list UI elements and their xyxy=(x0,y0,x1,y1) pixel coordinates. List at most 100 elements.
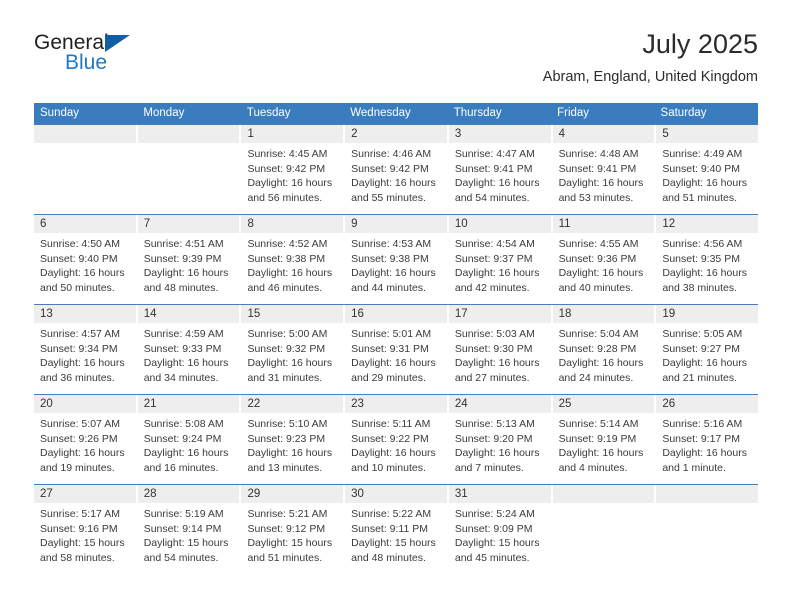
daylight-line-cont: and 55 minutes. xyxy=(351,191,426,204)
sunset-line: Sunset: 9:40 PM xyxy=(40,252,118,265)
day-number: 17 xyxy=(454,308,468,320)
day-details: Sunrise: 4:51 AM Sunset: 9:39 PM Dayligh… xyxy=(138,233,240,295)
day-cell[interactable]: 22 Sunrise: 5:10 AM Sunset: 9:23 PM Dayl… xyxy=(241,395,346,484)
daylight-line: Daylight: 16 hours xyxy=(558,357,644,370)
week-row: 1 Sunrise: 4:45 AM Sunset: 9:42 PM Dayli… xyxy=(34,124,759,214)
daylight-line-cont: and 56 minutes. xyxy=(247,191,323,204)
day-cell[interactable]: 15 Sunrise: 5:00 AM Sunset: 9:32 PM Dayl… xyxy=(241,305,346,394)
daylight-line-cont: and 24 minutes. xyxy=(558,371,634,384)
daylight-line: Daylight: 16 hours xyxy=(351,357,436,370)
day-cell[interactable] xyxy=(137,125,242,214)
day-cell[interactable]: 16 Sunrise: 5:01 AM Sunset: 9:31 PM Dayl… xyxy=(345,305,449,394)
brand-logo[interactable]: General Blue xyxy=(34,32,234,88)
day-cell[interactable] xyxy=(34,125,138,214)
day-cell[interactable]: 23 Sunrise: 5:11 AM Sunset: 9:22 PM Dayl… xyxy=(345,395,449,484)
sunset-line: Sunset: 9:19 PM xyxy=(558,432,637,445)
week-row: 20 Sunrise: 5:07 AM Sunset: 9:26 PM Dayl… xyxy=(34,394,759,484)
day-cell[interactable]: 17 Sunrise: 5:03 AM Sunset: 9:30 PM Dayl… xyxy=(448,305,553,394)
weekday-header-sunday: Sunday xyxy=(40,107,80,119)
daylight-line: Daylight: 15 hours xyxy=(247,537,333,550)
daylight-line-cont: and 54 minutes. xyxy=(143,551,219,564)
day-details: Sunrise: 5:04 AM Sunset: 9:28 PM Dayligh… xyxy=(553,323,655,385)
day-details: Sunrise: 4:59 AM Sunset: 9:33 PM Dayligh… xyxy=(138,323,240,385)
day-number-band: 20 xyxy=(34,395,136,413)
day-cell[interactable]: 28 Sunrise: 5:19 AM Sunset: 9:14 PM Dayl… xyxy=(137,485,242,574)
day-cell[interactable]: 7 Sunrise: 4:51 AM Sunset: 9:39 PM Dayli… xyxy=(137,215,242,304)
day-cell[interactable]: 11 Sunrise: 4:55 AM Sunset: 9:36 PM Dayl… xyxy=(552,215,657,304)
day-cell[interactable]: 9 Sunrise: 4:53 AM Sunset: 9:38 PM Dayli… xyxy=(345,215,449,304)
day-cell[interactable]: 24 Sunrise: 5:13 AM Sunset: 9:20 PM Dayl… xyxy=(448,395,553,484)
day-details xyxy=(553,503,655,507)
weekday-header-row: Sunday Monday Tuesday Wednesday Thursday… xyxy=(34,103,758,124)
day-cell[interactable] xyxy=(656,485,759,574)
daylight-line: Daylight: 16 hours xyxy=(454,357,540,370)
day-cell[interactable]: 18 Sunrise: 5:04 AM Sunset: 9:28 PM Dayl… xyxy=(552,305,657,394)
sunset-line: Sunset: 9:12 PM xyxy=(247,522,326,535)
day-cell[interactable]: 6 Sunrise: 4:50 AM Sunset: 9:40 PM Dayli… xyxy=(34,215,138,304)
sunset-line: Sunset: 9:17 PM xyxy=(662,432,740,445)
weekday-header-thursday: Thursday xyxy=(453,107,502,119)
daylight-line-cont: and 48 minutes. xyxy=(351,551,426,564)
day-number: 22 xyxy=(247,398,261,410)
day-details: Sunrise: 5:10 AM Sunset: 9:23 PM Dayligh… xyxy=(241,413,343,475)
day-cell[interactable]: 3 Sunrise: 4:47 AM Sunset: 9:41 PM Dayli… xyxy=(448,125,553,214)
day-cell[interactable]: 10 Sunrise: 4:54 AM Sunset: 9:37 PM Dayl… xyxy=(448,215,553,304)
day-number: 21 xyxy=(143,398,157,410)
day-cell[interactable]: 21 Sunrise: 5:08 AM Sunset: 9:24 PM Dayl… xyxy=(137,395,242,484)
day-number: 23 xyxy=(351,398,364,410)
day-details: Sunrise: 4:52 AM Sunset: 9:38 PM Dayligh… xyxy=(241,233,343,295)
day-cell[interactable]: 30 Sunrise: 5:22 AM Sunset: 9:11 PM Dayl… xyxy=(345,485,449,574)
daylight-line: Daylight: 16 hours xyxy=(351,177,436,190)
day-number: 30 xyxy=(351,488,364,500)
daylight-line: Daylight: 16 hours xyxy=(247,177,333,190)
sunset-line: Sunset: 9:33 PM xyxy=(143,342,222,355)
sunset-line: Sunset: 9:30 PM xyxy=(454,342,533,355)
day-cell[interactable]: 12 Sunrise: 4:56 AM Sunset: 9:35 PM Dayl… xyxy=(656,215,759,304)
sunrise-line: Sunrise: 5:14 AM xyxy=(558,418,639,430)
daylight-line-cont: and 42 minutes. xyxy=(454,281,530,294)
day-number-band: 9 xyxy=(345,215,447,233)
day-cell[interactable]: 2 Sunrise: 4:46 AM Sunset: 9:42 PM Dayli… xyxy=(345,125,449,214)
day-cell[interactable]: 20 Sunrise: 5:07 AM Sunset: 9:26 PM Dayl… xyxy=(34,395,138,484)
sunrise-line: Sunrise: 5:19 AM xyxy=(143,508,224,520)
daylight-line-cont: and 40 minutes. xyxy=(558,281,634,294)
day-cell[interactable]: 27 Sunrise: 5:17 AM Sunset: 9:16 PM Dayl… xyxy=(34,485,138,574)
day-number-band: 12 xyxy=(656,215,759,233)
sunset-line: Sunset: 9:38 PM xyxy=(351,252,429,265)
daylight-line-cont: and 36 minutes. xyxy=(40,371,115,384)
day-number-band xyxy=(137,125,240,143)
daylight-line: Daylight: 16 hours xyxy=(247,447,333,460)
daylight-line: Daylight: 16 hours xyxy=(143,357,229,370)
day-number-band: 11 xyxy=(552,215,655,233)
sunrise-line: Sunrise: 5:04 AM xyxy=(558,328,639,340)
daylight-line: Daylight: 16 hours xyxy=(351,447,436,460)
day-number: 19 xyxy=(662,308,676,320)
day-cell[interactable]: 19 Sunrise: 5:05 AM Sunset: 9:27 PM Dayl… xyxy=(656,305,759,394)
day-cell[interactable]: 31 Sunrise: 5:24 AM Sunset: 9:09 PM Dayl… xyxy=(448,485,553,574)
day-cell[interactable]: 8 Sunrise: 4:52 AM Sunset: 9:38 PM Dayli… xyxy=(241,215,346,304)
title-block: July 2025 Abram, England, United Kingdom xyxy=(543,28,758,87)
day-cell[interactable]: 25 Sunrise: 5:14 AM Sunset: 9:19 PM Dayl… xyxy=(552,395,657,484)
daylight-line: Daylight: 16 hours xyxy=(558,177,644,190)
daylight-line-cont: and 10 minutes. xyxy=(351,461,426,474)
day-cell[interactable]: 1 Sunrise: 4:45 AM Sunset: 9:42 PM Dayli… xyxy=(241,125,346,214)
daylight-line-cont: and 34 minutes. xyxy=(143,371,219,384)
day-cell[interactable]: 5 Sunrise: 4:49 AM Sunset: 9:40 PM Dayli… xyxy=(656,125,759,214)
day-details: Sunrise: 4:53 AM Sunset: 9:38 PM Dayligh… xyxy=(345,233,447,295)
sunrise-line: Sunrise: 5:03 AM xyxy=(454,328,535,340)
day-number-band: 22 xyxy=(241,395,344,413)
day-number: 18 xyxy=(558,308,572,320)
day-number: 29 xyxy=(247,488,261,500)
day-cell[interactable]: 13 Sunrise: 4:57 AM Sunset: 9:34 PM Dayl… xyxy=(34,305,138,394)
weekday-header-wednesday: Wednesday xyxy=(350,107,411,119)
day-cell[interactable]: 26 Sunrise: 5:16 AM Sunset: 9:17 PM Dayl… xyxy=(656,395,759,484)
day-number-band: 24 xyxy=(448,395,551,413)
day-cell[interactable]: 4 Sunrise: 4:48 AM Sunset: 9:41 PM Dayli… xyxy=(552,125,657,214)
day-number-band xyxy=(656,485,759,503)
day-number: 16 xyxy=(351,308,364,320)
sunset-line: Sunset: 9:09 PM xyxy=(454,522,533,535)
day-cell[interactable] xyxy=(552,485,657,574)
day-details: Sunrise: 5:07 AM Sunset: 9:26 PM Dayligh… xyxy=(34,413,136,475)
day-cell[interactable]: 14 Sunrise: 4:59 AM Sunset: 9:33 PM Dayl… xyxy=(137,305,242,394)
day-cell[interactable]: 29 Sunrise: 5:21 AM Sunset: 9:12 PM Dayl… xyxy=(241,485,346,574)
